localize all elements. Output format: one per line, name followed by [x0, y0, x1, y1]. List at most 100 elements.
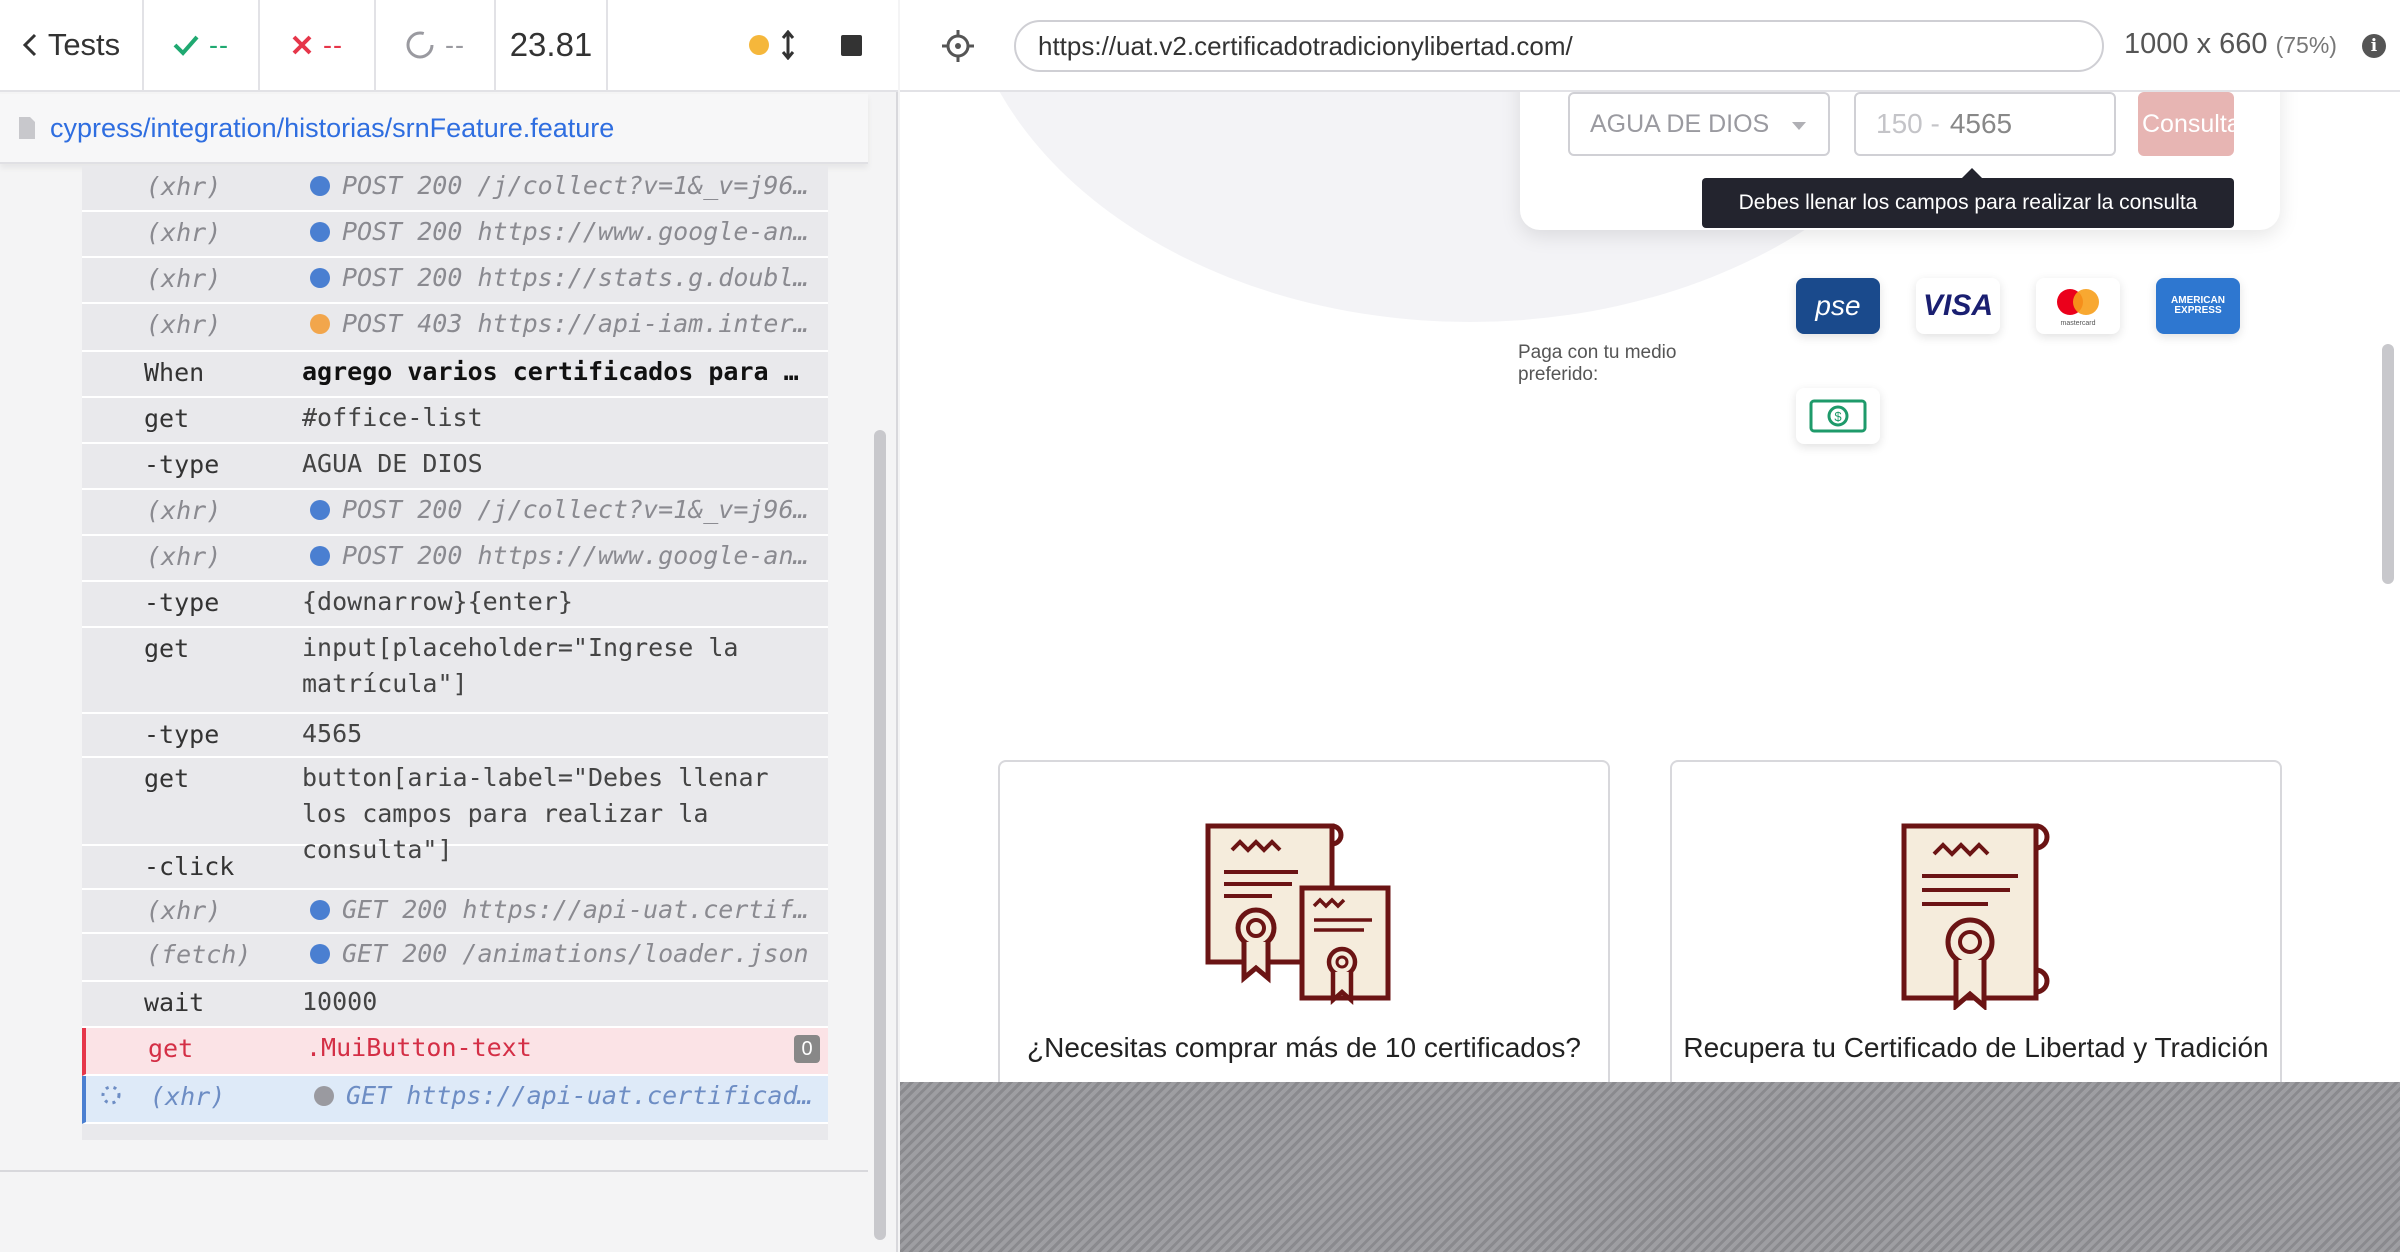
- card-title: Recupera tu Certificado de Libertad y Tr…: [1683, 1032, 2269, 1063]
- svg-text:mastercard: mastercard: [2060, 320, 2095, 327]
- command-name: (xhr): [146, 172, 222, 201]
- bulk-purchase-card[interactable]: ¿Necesitas comprar más de 10 certificado…: [998, 760, 1610, 1082]
- command-log-row[interactable]: 10getbutton[aria-label="Debes llenar los…: [82, 758, 828, 864]
- command-name: -type: [144, 720, 220, 749]
- request-text: POST 200 /j/collect?v=1&_v=j96&a=10313…: [342, 171, 820, 200]
- request-status-icon: [310, 176, 330, 196]
- consulta-tooltip: Debes llenar los campos para realizar la…: [1702, 178, 2234, 228]
- command-log-request[interactable]: (xhr) POST 403 https://api-iam.interc…: [82, 304, 828, 352]
- command-log-row[interactable]: 6-typeAGUA DE DIOS: [82, 444, 828, 490]
- command-log-row[interactable]: 11-click: [82, 846, 828, 890]
- command-log-request[interactable]: (xhr) POST 200 /j/collect?v=1&_v=j96&a=10…: [82, 166, 828, 212]
- command-name: -type: [144, 450, 220, 479]
- command-log-request[interactable]: (xhr) POST 200 https://www.google-analyti…: [82, 536, 828, 582]
- amex-logo: AMERICAN EXPRESS: [2156, 278, 2240, 334]
- command-name: (xhr): [146, 264, 222, 293]
- request-status-icon: [310, 222, 330, 242]
- chevron-down-icon: [1792, 122, 1806, 130]
- command-name: (xhr): [146, 542, 222, 571]
- url-bar: https://uat.v2.certificadotradicionylibe…: [900, 0, 2400, 92]
- command-log-row[interactable]: 9-type4565: [82, 714, 828, 758]
- command-log-request[interactable]: (xhr) POST 200 https://www.google-analyti…: [82, 212, 828, 258]
- url-input[interactable]: https://uat.v2.certificadotradicionylibe…: [1014, 20, 2104, 72]
- request-text: GET https://api-uat.certificado…: [346, 1081, 824, 1110]
- command-log-row[interactable]: 13get.MuiButton-text0: [82, 1028, 828, 1076]
- command-message: {downarrow}{enter}: [302, 587, 573, 616]
- command-message: POST 200 https://www.google-analytics.…: [310, 214, 820, 250]
- command-message: POST 200 /j/collect?v=1&_v=j96&a=10313…: [310, 492, 820, 528]
- command-message: .MuiButton-text: [306, 1033, 532, 1062]
- command-message: 4565: [302, 719, 363, 748]
- passed-count: --: [144, 0, 260, 90]
- visa-logo: VISA: [1916, 278, 2000, 334]
- runner-panel: Tests -- -- -- 23.81 cypress/integration…: [0, 0, 898, 1252]
- request-status-icon: [310, 500, 330, 520]
- request-status-icon: [314, 1086, 334, 1106]
- arrows-vertical-icon: [781, 30, 795, 60]
- command-message: GET 200 /animations/loader.json: [310, 936, 820, 972]
- runner-controls: [608, 0, 898, 90]
- command-log-request[interactable]: (xhr) POST 200 /j/collect?v=1&_v=j96&a=10…: [82, 490, 828, 536]
- request-text: GET 200 /animations/loader.json: [342, 939, 809, 968]
- office-select[interactable]: AGUA DE DIOS: [1568, 92, 1830, 156]
- app-preview: https://uat.v2.certificadotradicionylibe…: [900, 0, 2400, 1252]
- request-text: GET 200 https://api-uat.certifi…: [342, 895, 820, 924]
- reporter-header: Tests -- -- -- 23.81: [0, 0, 898, 92]
- command-message: input[placeholder="Ingrese la matrícula"…: [302, 633, 739, 698]
- app-viewport: AGUA DE DIOS 150 - 4565 Consulta Debes l…: [900, 92, 2400, 1082]
- mastercard-logo: mastercard: [2036, 278, 2120, 334]
- failed-count: --: [260, 0, 376, 90]
- command-name: -type: [144, 588, 220, 617]
- recover-certificate-card[interactable]: Recupera tu Certificado de Libertad y Tr…: [1670, 760, 2282, 1082]
- command-name: (xhr): [146, 310, 222, 339]
- command-name: (xhr): [146, 896, 222, 925]
- request-status-icon: [310, 900, 330, 920]
- cash-icon: $: [1796, 388, 1880, 444]
- command-log-scrollbar[interactable]: [874, 430, 886, 1240]
- command-log-request[interactable]: (fetch) GET 200 /animations/loader.json: [82, 934, 828, 982]
- command-log-row[interactable]: 5get#office-list: [82, 398, 828, 444]
- command-name: get: [144, 634, 190, 663]
- command-message: POST 200 https://stats.g.doubleclick.n…: [310, 260, 820, 296]
- matricula-input[interactable]: 150 - 4565: [1854, 92, 2116, 156]
- command-log-row[interactable]: 8getinput[placeholder="Ingrese la matríc…: [82, 628, 828, 714]
- command-log-row[interactable]: 12wait10000: [82, 982, 828, 1028]
- command-name: (xhr): [146, 496, 222, 525]
- x-icon: [292, 35, 312, 55]
- pse-logo: pse: [1796, 278, 1880, 334]
- command-message: POST 403 https://api-iam.interc…: [310, 306, 820, 342]
- request-text: POST 200 /j/collect?v=1&_v=j96&a=10313…: [342, 495, 820, 524]
- request-text: POST 200 https://www.google-analytics.…: [342, 541, 820, 570]
- command-log-row[interactable]: 7-type{downarrow}{enter}: [82, 582, 828, 628]
- request-status-icon: [310, 944, 330, 964]
- command-name: (fetch): [146, 940, 252, 969]
- viewport-empty-area: [900, 1082, 2400, 1252]
- chevron-left-icon: [22, 33, 36, 57]
- element-count-badge: 0: [794, 1035, 820, 1063]
- stop-icon[interactable]: [841, 34, 862, 56]
- certificates-icon: [1205, 823, 1391, 1006]
- tests-button[interactable]: Tests: [0, 0, 144, 90]
- viewport-size: 1000 x 660 (75%): [2124, 28, 2337, 60]
- command-log-row[interactable]: 4Whenagrego varios certificados para su…: [82, 352, 828, 398]
- tests-label: Tests: [47, 27, 121, 62]
- tooltip-arrow: [1962, 168, 1982, 178]
- request-status-icon: [310, 268, 330, 288]
- command-log: (xhr) POST 200 /j/collect?v=1&_v=j96&a=10…: [82, 166, 828, 1140]
- info-icon[interactable]: i: [2362, 34, 2386, 58]
- request-text: POST 403 https://api-iam.interc…: [342, 309, 820, 338]
- command-message: GET https://api-uat.certificado…: [314, 1078, 824, 1114]
- command-log-request[interactable]: (xhr) GET 200 https://api-uat.certifi…: [82, 890, 828, 934]
- consulta-button[interactable]: Consulta: [2138, 92, 2234, 156]
- crosshair-icon[interactable]: [942, 30, 974, 62]
- command-name: (xhr): [150, 1082, 226, 1111]
- check-icon: [173, 35, 199, 56]
- command-log-request[interactable]: (xhr) GET https://api-uat.certificado…: [82, 1076, 828, 1124]
- command-name: get: [148, 1034, 194, 1063]
- app-scrollbar[interactable]: [2382, 344, 2394, 584]
- auto-scroll-toggle[interactable]: [749, 30, 795, 60]
- command-log-request[interactable]: (xhr) POST 200 https://stats.g.doubleclic…: [82, 258, 828, 304]
- pending-count: --: [376, 0, 496, 90]
- spec-path-link[interactable]: cypress/integration/historias/srnFeature…: [50, 113, 614, 144]
- circle-notch-icon: [406, 31, 434, 59]
